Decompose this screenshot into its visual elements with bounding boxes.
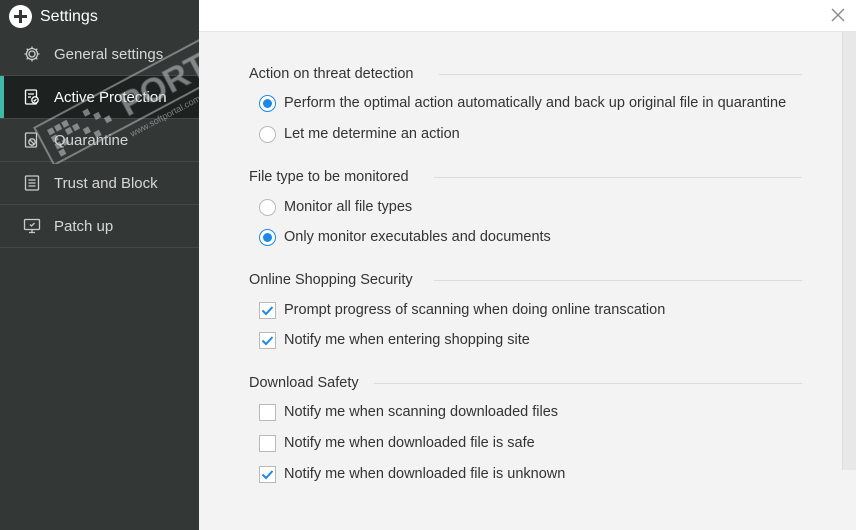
sidebar-item-patch-up[interactable]: Patch up: [0, 205, 199, 248]
radio-optimal-action[interactable]: Perform the optimal action automatically…: [259, 92, 786, 114]
option-label: Notify me when entering shopping site: [284, 332, 530, 348]
sidebar-item-label: Trust and Block: [54, 174, 158, 192]
checkbox-notify-shopping-site[interactable]: Notify me when entering shopping site: [259, 329, 530, 351]
section-title-text: Action on threat detection: [249, 66, 414, 82]
checkbox-checked[interactable]: [259, 465, 276, 483]
section-title-download-safety: Download Safety: [249, 373, 804, 393]
sidebar-item-label: General settings: [54, 45, 164, 63]
app-logo-icon: [9, 5, 32, 28]
checkbox-unchecked[interactable]: [259, 434, 276, 452]
shield-icon: [22, 87, 42, 107]
option-label: Notify me when scanning downloaded files: [284, 404, 559, 420]
radio-determine-action[interactable]: Let me determine an action: [259, 123, 460, 145]
sidebar-item-label: Active Protection: [54, 88, 167, 106]
title-bar: [199, 0, 856, 32]
option-label: Prompt progress of scanning when doing o…: [284, 302, 666, 318]
checkbox-notify-download-unknown[interactable]: Notify me when downloaded file is unknow…: [259, 463, 565, 485]
sidebar: Settings General settings Active Protect…: [0, 0, 199, 530]
app-title: Settings: [40, 7, 98, 25]
divider: [434, 280, 802, 281]
checkbox-prompt-scan-progress[interactable]: Prompt progress of scanning when doing o…: [259, 299, 665, 321]
checkbox-unchecked[interactable]: [259, 403, 276, 421]
sidebar-item-label: Quarantine: [54, 131, 129, 149]
divider: [374, 383, 802, 384]
checkbox-notify-scanning-downloads[interactable]: Notify me when scanning downloaded files: [259, 401, 558, 423]
option-label: Notify me when downloaded file is unknow…: [284, 466, 566, 482]
sidebar-item-label: Patch up: [54, 217, 114, 235]
sidebar-item-general-settings[interactable]: General settings: [0, 33, 199, 76]
section-title-text: Online Shopping Security: [249, 272, 413, 288]
gear-icon: [22, 44, 42, 64]
close-icon[interactable]: [830, 7, 846, 23]
option-label: Perform the optimal action automatically…: [284, 95, 787, 111]
section-title-threat-detection: Action on threat detection: [249, 64, 804, 84]
radio-button-checked[interactable]: [259, 228, 276, 246]
radio-button-unchecked[interactable]: [259, 125, 276, 143]
checkbox-checked[interactable]: [259, 301, 276, 319]
quarantine-icon: [22, 130, 42, 150]
settings-panel: Action on threat detection Perform the o…: [199, 0, 856, 530]
app-header: Settings: [0, 0, 199, 33]
radio-button-unchecked[interactable]: [259, 198, 276, 216]
option-label: Notify me when downloaded file is safe: [284, 435, 535, 451]
checkbox-checked[interactable]: [259, 331, 276, 349]
list-icon: [22, 173, 42, 193]
divider: [439, 74, 802, 75]
radio-button-checked[interactable]: [259, 94, 276, 112]
section-title-text: Download Safety: [249, 375, 359, 391]
radio-all-file-types[interactable]: Monitor all file types: [259, 196, 412, 218]
sidebar-item-trust-and-block[interactable]: Trust and Block: [0, 162, 199, 205]
monitor-icon: [22, 216, 42, 236]
section-title-text: File type to be monitored: [249, 169, 409, 185]
option-label: Only monitor executables and documents: [284, 229, 551, 245]
sidebar-item-active-protection[interactable]: Active Protection: [0, 76, 199, 119]
checkbox-notify-download-safe[interactable]: Notify me when downloaded file is safe: [259, 432, 535, 454]
option-label: Monitor all file types: [284, 199, 413, 215]
option-label: Let me determine an action: [284, 126, 460, 142]
section-title-file-type: File type to be monitored: [249, 167, 804, 187]
section-title-shopping-security: Online Shopping Security: [249, 270, 804, 290]
divider: [434, 177, 802, 178]
sidebar-item-quarantine[interactable]: Quarantine: [0, 119, 199, 162]
scrollbar-track[interactable]: [842, 32, 856, 470]
radio-executables-documents[interactable]: Only monitor executables and documents: [259, 226, 551, 248]
